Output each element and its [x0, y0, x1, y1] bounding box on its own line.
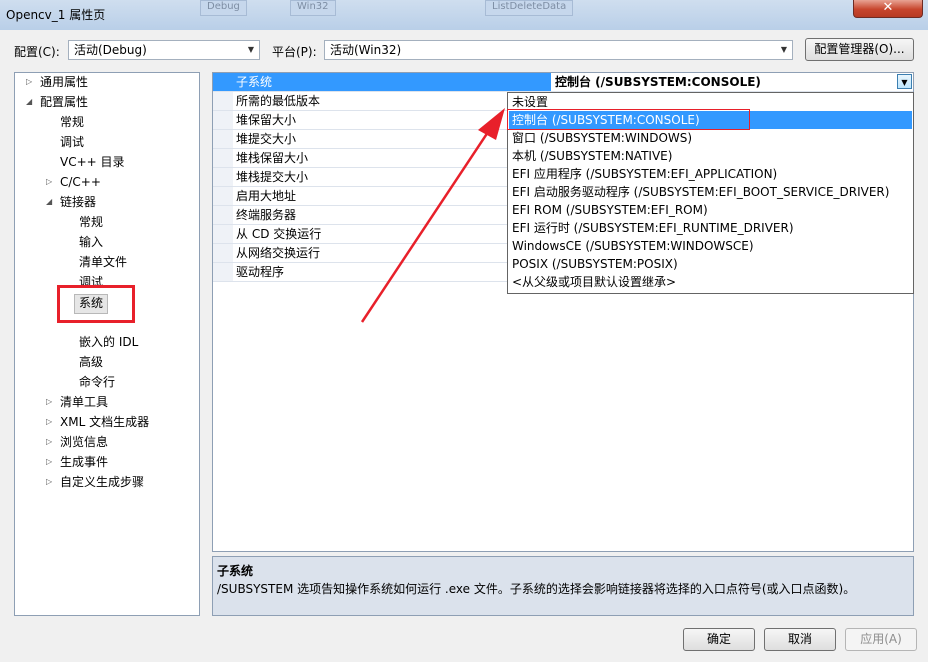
tree-item-linker-command-line[interactable]: 命令行: [79, 373, 115, 391]
expand-icon[interactable]: ▷: [46, 393, 52, 411]
config-value: 活动(Debug): [74, 43, 147, 57]
expand-icon[interactable]: ▷: [46, 453, 52, 471]
tree-item-custom-build-step[interactable]: 自定义生成步骤: [60, 473, 144, 491]
tree-item-common-properties[interactable]: 通用属性: [40, 73, 88, 91]
annotation-arrow: [360, 108, 505, 323]
property-name: 堆栈保留大小: [236, 151, 309, 165]
annotation-highlight-box: 系统: [57, 285, 135, 323]
tree-item-linker[interactable]: 链接器: [60, 193, 96, 211]
platform-label: 平台(P):: [272, 45, 317, 59]
close-button[interactable]: ✕: [853, 0, 923, 18]
tree-item-linker-general[interactable]: 常规: [79, 213, 103, 231]
tree-item-manifest-tool[interactable]: 清单工具: [60, 393, 108, 411]
chevron-down-icon[interactable]: ▼: [897, 74, 912, 89]
background-tab: Debug: [200, 0, 247, 16]
row-gutter: [213, 73, 233, 91]
tree-item-debugging[interactable]: 调试: [60, 133, 84, 151]
config-manager-button[interactable]: 配置管理器(O)...: [805, 38, 914, 61]
dropdown-option[interactable]: EFI 运行时 (/SUBSYSTEM:EFI_RUNTIME_DRIVER): [509, 219, 912, 237]
config-select[interactable]: 活动(Debug) ▼: [68, 40, 260, 60]
property-name: 从网络交换运行: [236, 246, 321, 260]
title-bar: Opencv_1 属性页 Debug Win32 ListDeleteData …: [0, 0, 928, 30]
close-icon: ✕: [882, 0, 894, 15]
dropdown-option[interactable]: <从父级或项目默认设置继承>: [509, 273, 912, 291]
ok-button[interactable]: 确定: [683, 628, 755, 651]
annotation-option-outline: [507, 109, 750, 130]
row-gutter: [213, 130, 233, 148]
expand-icon[interactable]: ▷: [46, 433, 52, 451]
apply-button[interactable]: 应用(A): [845, 628, 917, 651]
property-name: 从 CD 交换运行: [236, 227, 322, 241]
tree-item-build-events[interactable]: 生成事件: [60, 453, 108, 471]
config-label: 配置(C):: [14, 45, 60, 59]
property-name: 驱动程序: [236, 265, 285, 279]
expand-icon[interactable]: ▷: [46, 413, 52, 431]
property-name: 启用大地址: [236, 189, 297, 203]
tree-item-linker-system[interactable]: 系统: [74, 294, 109, 314]
row-gutter: [213, 206, 233, 224]
description-title: 子系统: [217, 564, 254, 578]
dropdown-option[interactable]: EFI 启动服务驱动程序 (/SUBSYSTEM:EFI_BOOT_SERVIC…: [509, 183, 912, 201]
row-gutter: [213, 168, 233, 186]
platform-select[interactable]: 活动(Win32) ▼: [324, 40, 793, 60]
tree-item-vc-directories[interactable]: VC++ 目录: [60, 153, 125, 171]
annotation-arrow-head: [478, 108, 505, 140]
subsystem-value-select[interactable]: 控制台 (/SUBSYSTEM:CONSOLE) ▼: [551, 73, 913, 91]
background-tab: Win32: [290, 0, 336, 16]
dropdown-option[interactable]: WindowsCE (/SUBSYSTEM:WINDOWSCE): [509, 237, 912, 255]
property-tree[interactable]: ▷ 通用属性 ◢ 配置属性 常规 调试 VC++ 目录 ▷ C/C++ ◢ 链接…: [14, 72, 200, 616]
cancel-button[interactable]: 取消: [764, 628, 836, 651]
tree-item-linker-input[interactable]: 输入: [79, 233, 103, 251]
property-name: 所需的最低版本: [236, 94, 321, 108]
grid-row[interactable]: 子系统 控制台 (/SUBSYSTEM:CONSOLE) ▼: [213, 73, 913, 92]
tree-item-linker-embedded-idl[interactable]: 嵌入的 IDL: [79, 333, 138, 351]
tree-item-general[interactable]: 常规: [60, 113, 84, 131]
tree-item-browse-info[interactable]: 浏览信息: [60, 433, 108, 451]
property-name: 堆栈提交大小: [236, 170, 309, 184]
dropdown-option[interactable]: EFI ROM (/SUBSYSTEM:EFI_ROM): [509, 201, 912, 219]
row-gutter: [213, 149, 233, 167]
row-gutter: [213, 187, 233, 205]
property-name: 终端服务器: [236, 208, 297, 222]
chevron-down-icon: ▼: [247, 45, 255, 54]
row-gutter: [213, 263, 233, 281]
expand-icon[interactable]: ▷: [26, 73, 32, 91]
collapse-icon[interactable]: ◢: [46, 193, 52, 211]
expand-icon[interactable]: ▷: [46, 173, 52, 191]
property-value: 控制台 (/SUBSYSTEM:CONSOLE): [555, 75, 761, 89]
dropdown-option[interactable]: 窗口 (/SUBSYSTEM:WINDOWS): [509, 129, 912, 147]
expand-icon[interactable]: ▷: [46, 473, 52, 491]
chevron-down-icon: ▼: [780, 45, 788, 54]
property-name: 堆保留大小: [236, 113, 297, 127]
tree-item-c-cpp[interactable]: C/C++: [60, 173, 101, 191]
background-tab: ListDeleteData: [485, 0, 574, 16]
window-title: Opencv_1 属性页: [6, 8, 106, 22]
platform-value: 活动(Win32): [330, 43, 402, 57]
dropdown-option[interactable]: 本机 (/SUBSYSTEM:NATIVE): [509, 147, 912, 165]
dropdown-option[interactable]: EFI 应用程序 (/SUBSYSTEM:EFI_APPLICATION): [509, 165, 912, 183]
annotation-arrow-line: [360, 125, 494, 323]
tree-item-linker-manifest[interactable]: 清单文件: [79, 253, 127, 271]
description-panel: 子系统 /SUBSYSTEM 选项告知操作系统如何运行 .exe 文件。子系统的…: [212, 556, 914, 616]
row-gutter: [213, 111, 233, 129]
tree-item-linker-advanced[interactable]: 高级: [79, 353, 103, 371]
dropdown-option[interactable]: POSIX (/SUBSYSTEM:POSIX): [509, 255, 912, 273]
row-gutter: [213, 225, 233, 243]
description-text: /SUBSYSTEM 选项告知操作系统如何运行 .exe 文件。子系统的选择会影…: [217, 582, 856, 596]
row-gutter: [213, 92, 233, 110]
tree-item-config-properties[interactable]: 配置属性: [40, 93, 88, 111]
row-gutter: [213, 244, 233, 262]
tree-item-xml-doc-generator[interactable]: XML 文档生成器: [60, 413, 149, 431]
property-name: 子系统: [236, 75, 273, 89]
property-name: 堆提交大小: [236, 132, 297, 146]
collapse-icon[interactable]: ◢: [26, 93, 32, 111]
